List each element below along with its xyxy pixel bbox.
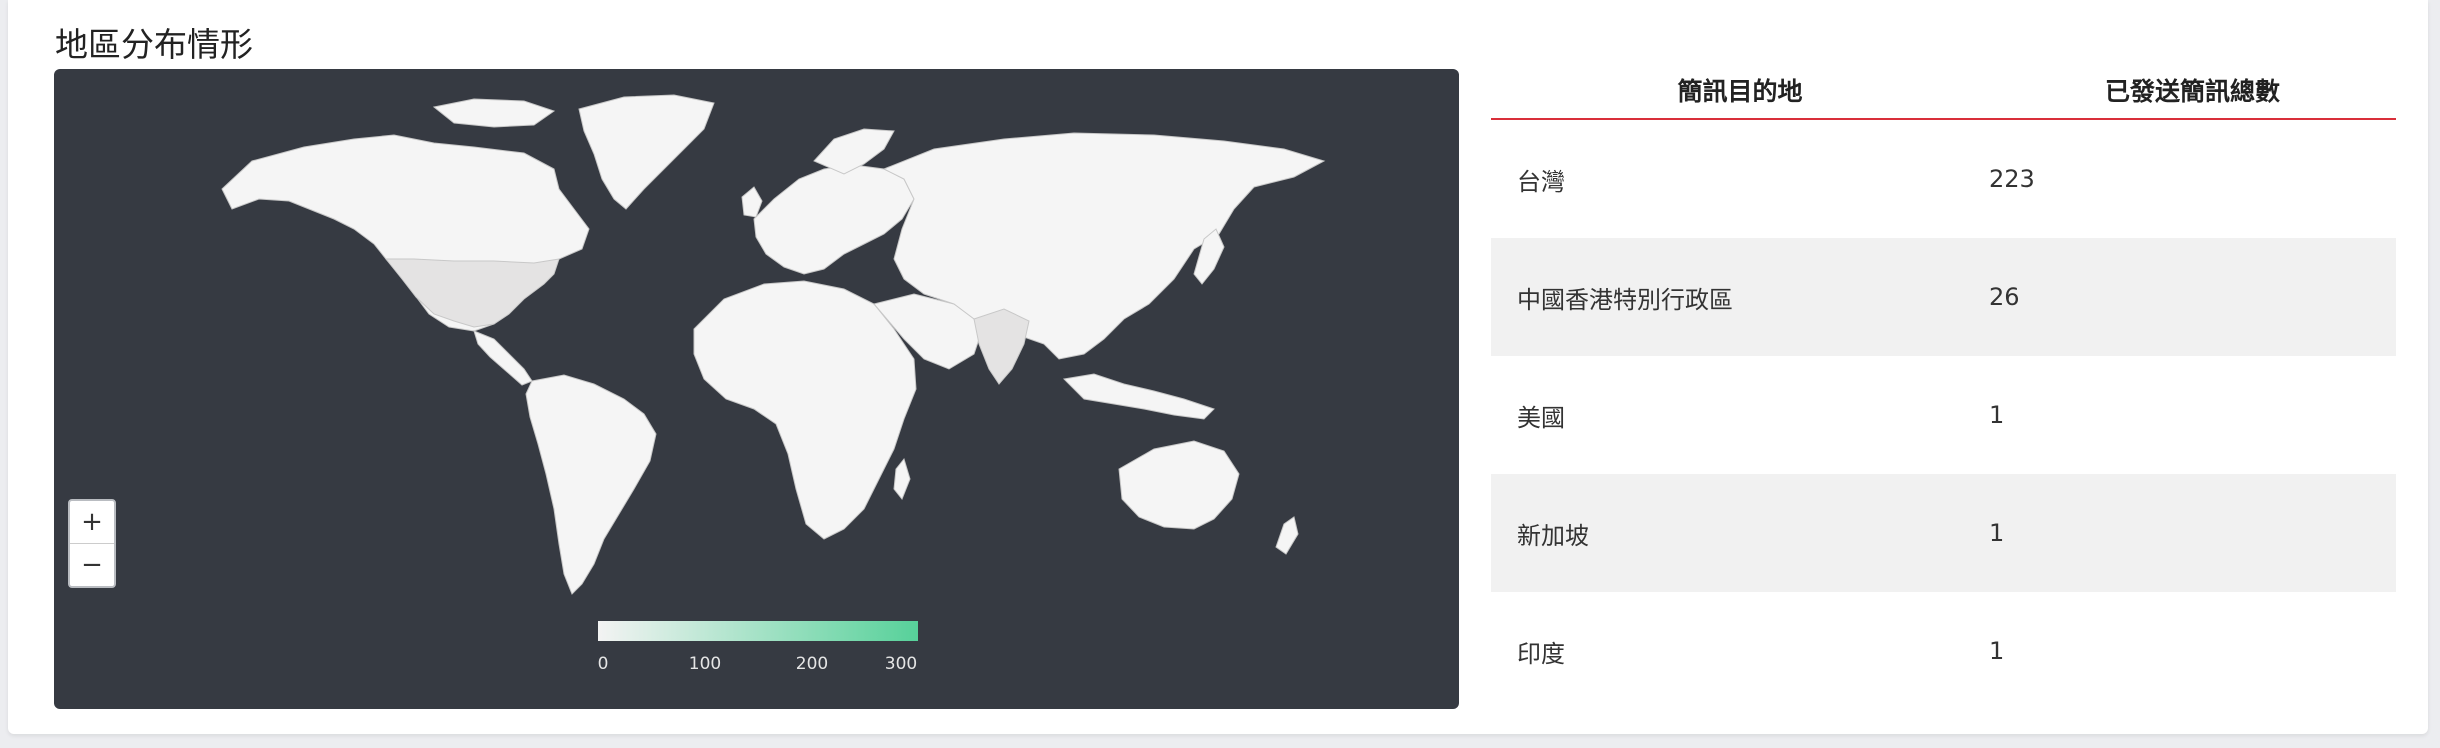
map-south-america[interactable] xyxy=(525,374,657,595)
table-header: 簡訊目的地 已發送簡訊總數 xyxy=(1491,62,2396,120)
table-row: 台灣 223 xyxy=(1491,120,2396,238)
destination-cell: 台灣 xyxy=(1517,167,1565,196)
column-header-count[interactable]: 已發送簡訊總數 xyxy=(1989,62,2396,118)
map-madagascar[interactable] xyxy=(893,457,911,500)
destination-table: 簡訊目的地 已發送簡訊總數 台灣 223 中國香港特別行政區 26 美國 1 新… xyxy=(1491,62,2396,710)
count-cell: 26 xyxy=(1989,283,2020,311)
map-india[interactable] xyxy=(973,308,1030,385)
destination-cell: 美國 xyxy=(1517,403,1565,432)
legend-tick-0: 0 xyxy=(597,654,609,674)
legend-tick-100: 100 xyxy=(688,654,722,674)
column-header-destination[interactable]: 簡訊目的地 xyxy=(1491,62,1989,118)
destination-cell: 新加坡 xyxy=(1517,521,1589,550)
count-cell: 1 xyxy=(1989,401,2005,429)
map-australia[interactable] xyxy=(1118,440,1240,530)
map-africa[interactable] xyxy=(693,280,917,540)
destination-cell: 印度 xyxy=(1517,639,1565,668)
map-greenland[interactable] xyxy=(578,94,715,210)
legend-tick-200: 200 xyxy=(795,654,829,674)
count-cell: 223 xyxy=(1989,165,2035,193)
world-map-panel[interactable]: + − 0 100 200 300 xyxy=(54,69,1459,709)
destination-cell: 中國香港特別行政區 xyxy=(1517,285,1733,314)
count-cell: 1 xyxy=(1989,519,2005,547)
table-row: 中國香港特別行政區 26 xyxy=(1491,238,2396,356)
distribution-card: 地區分布情形 + − 0 100 200 300 簡訊目的地 已發送簡訊總數 台… xyxy=(8,0,2428,734)
map-uk[interactable] xyxy=(741,186,763,218)
table-row: 美國 1 xyxy=(1491,356,2396,474)
count-cell: 1 xyxy=(1989,637,2005,665)
map-north-america[interactable] xyxy=(221,134,590,332)
zoom-out-button[interactable]: − xyxy=(70,543,114,586)
world-map[interactable] xyxy=(54,69,1459,709)
table-row: 新加坡 1 xyxy=(1491,474,2396,592)
section-title: 地區分布情形 xyxy=(55,25,253,64)
map-se-asia[interactable] xyxy=(1062,373,1215,420)
legend-tick-300: 300 xyxy=(884,654,918,674)
map-usa[interactable] xyxy=(384,258,560,328)
map-central-america[interactable] xyxy=(473,330,533,386)
zoom-in-button[interactable]: + xyxy=(70,501,114,543)
map-europe[interactable] xyxy=(753,164,915,275)
table-row: 印度 1 xyxy=(1491,592,2396,710)
zoom-control: + − xyxy=(68,499,116,588)
color-scale-legend xyxy=(598,621,918,641)
map-arctic-islands[interactable] xyxy=(432,98,556,128)
map-new-zealand[interactable] xyxy=(1275,516,1299,555)
map-scandinavia[interactable] xyxy=(813,128,895,175)
